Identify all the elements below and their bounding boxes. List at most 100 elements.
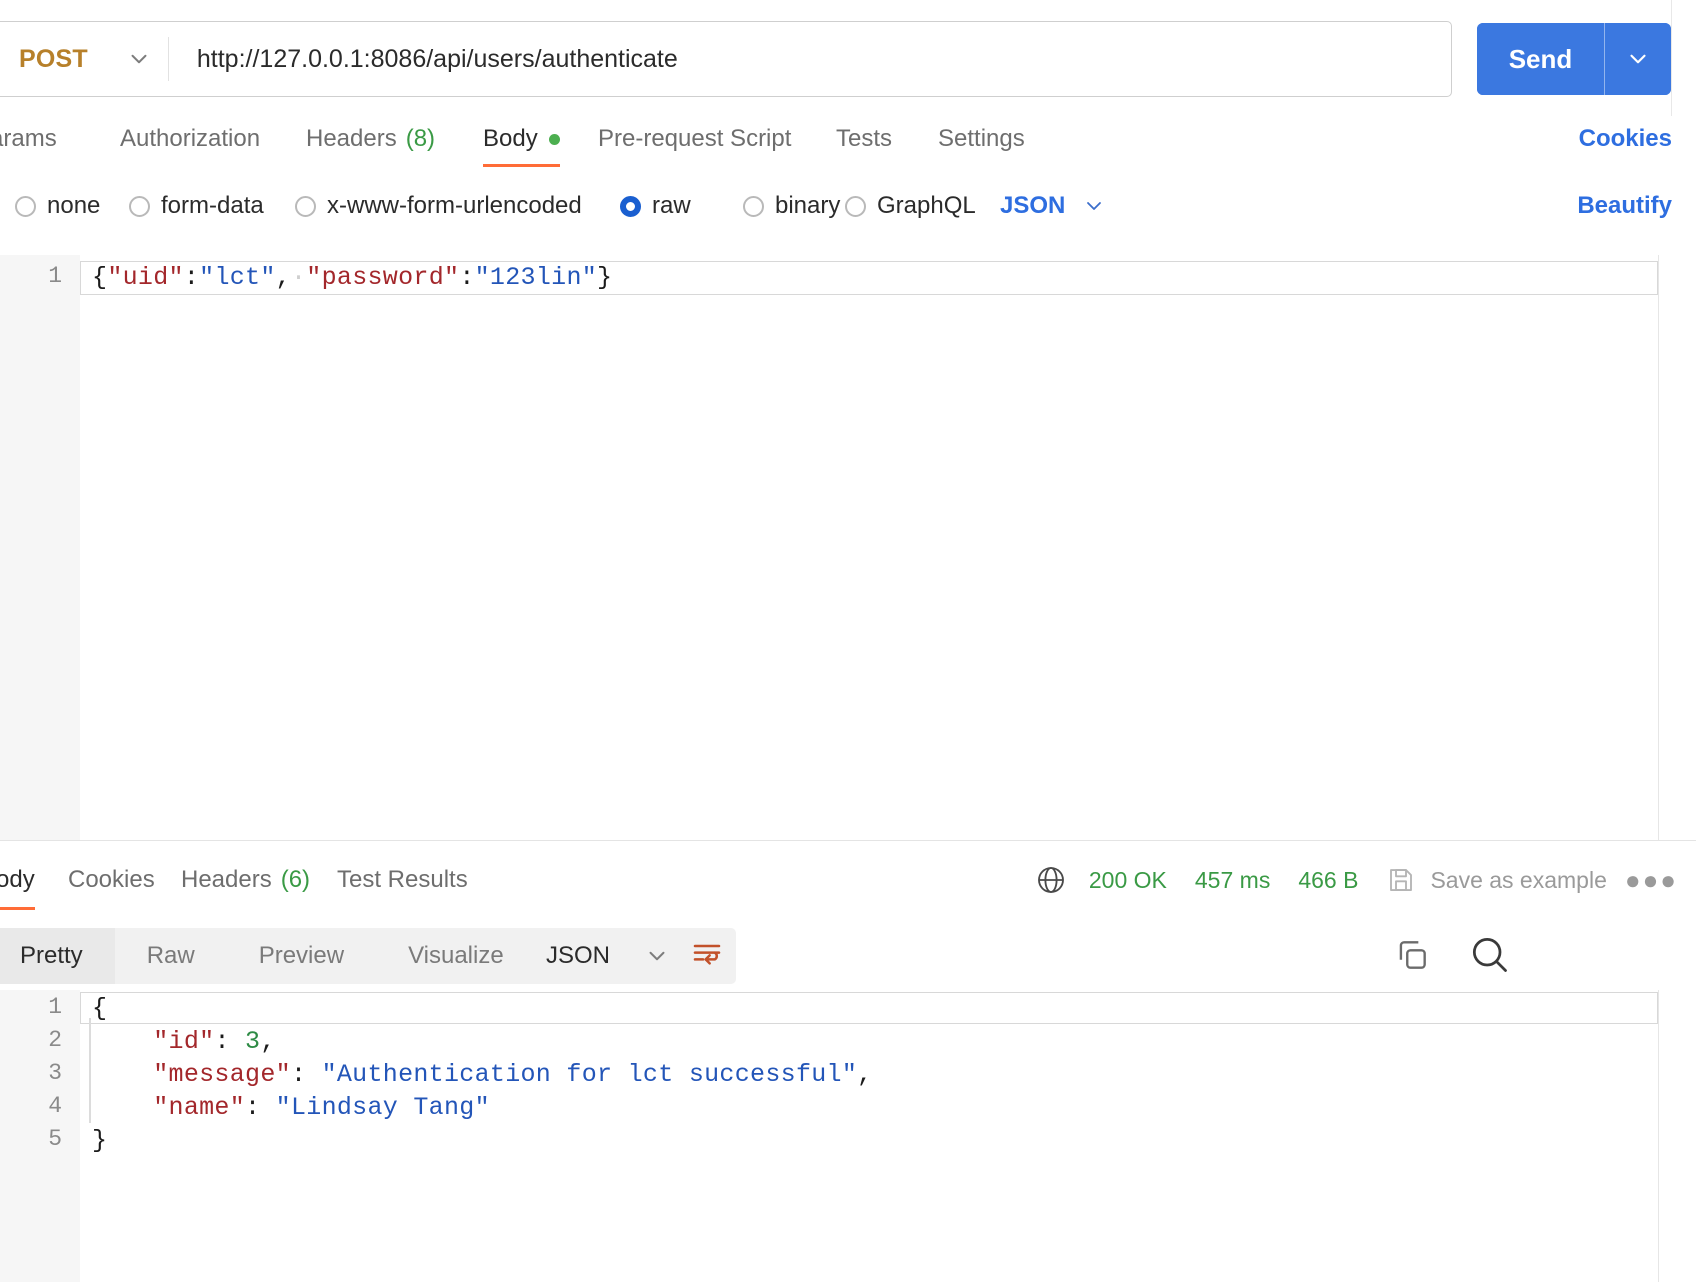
- editor-right-border: [1658, 255, 1659, 840]
- request-body-code[interactable]: {"uid":"lct",·"password":"123lin"}: [92, 263, 612, 292]
- code-token: "Lindsay Tang": [275, 1093, 490, 1122]
- body-type-row: none form-data x-www-form-urlencoded raw…: [0, 175, 1696, 237]
- code-token: :: [290, 1060, 322, 1089]
- line-number: 4: [48, 1093, 62, 1119]
- response-code-line: 4 "name": "Lindsay Tang": [0, 1093, 1696, 1126]
- view-mode-preview[interactable]: Preview: [227, 928, 376, 984]
- code-token: ,: [260, 1027, 276, 1056]
- response-code-line: 1{: [0, 994, 1696, 1027]
- code-token: "name": [153, 1093, 246, 1122]
- body-type-binary[interactable]: binary: [743, 192, 840, 220]
- search-response-button[interactable]: [1467, 932, 1511, 981]
- chevron-down-icon: [1082, 194, 1106, 218]
- code-content: "id": 3,: [92, 1027, 276, 1056]
- send-button-group: Send: [1477, 23, 1671, 95]
- tab-label: Body: [483, 125, 538, 152]
- view-mode-raw[interactable]: Raw: [115, 928, 227, 984]
- response-format-select[interactable]: JSON: [520, 928, 697, 984]
- code-content: "name": "Lindsay Tang": [92, 1093, 490, 1122]
- request-format-select[interactable]: JSON: [1000, 192, 1106, 220]
- tab-label: Headers: [306, 125, 397, 152]
- response-view-mode-group: Pretty Raw Preview Visualize: [0, 928, 536, 984]
- response-time: 457 ms: [1194, 866, 1271, 893]
- tab-authorization[interactable]: Authorization: [120, 108, 260, 170]
- code-content: }: [92, 1126, 107, 1155]
- send-options-chevron-down-icon[interactable]: [1605, 23, 1671, 95]
- radio-label: binary: [775, 192, 841, 219]
- tab-pre-request-script[interactable]: Pre-request Script: [598, 108, 791, 170]
- code-token: 3: [245, 1027, 261, 1056]
- tab-settings[interactable]: Settings: [938, 108, 1025, 170]
- tab-params[interactable]: Params: [0, 108, 57, 170]
- radio-icon: [743, 195, 764, 217]
- body-modified-dot-icon: [548, 133, 560, 145]
- active-tab-underline: [483, 164, 560, 167]
- code-token: "password": [306, 263, 460, 292]
- body-type-none[interactable]: none: [15, 192, 100, 220]
- tab-label: Cookies: [68, 866, 155, 893]
- request-response-divider: [0, 840, 1696, 841]
- method-label: POST: [19, 44, 88, 73]
- code-token: }: [597, 263, 613, 292]
- body-type-x-www-form-urlencoded[interactable]: x-www-form-urlencoded: [295, 192, 582, 220]
- radio-icon-selected: [620, 195, 641, 217]
- tab-count-badge: (8): [405, 125, 436, 152]
- copy-response-button[interactable]: [1393, 936, 1431, 979]
- response-tab-cookies[interactable]: Cookies: [68, 848, 155, 912]
- code-content: "message": "Authentication for lct succe…: [92, 1060, 872, 1089]
- tab-label: Tests: [836, 125, 893, 152]
- radio-label: GraphQL: [877, 192, 976, 219]
- body-type-form-data[interactable]: form-data: [129, 192, 264, 220]
- url-input[interactable]: [168, 43, 1451, 75]
- wrap-text-icon: [691, 938, 723, 975]
- response-code-line: 5}: [0, 1126, 1696, 1159]
- radio-label: raw: [652, 192, 691, 219]
- code-token: ,: [275, 263, 291, 292]
- radio-label: x-www-form-urlencoded: [327, 192, 582, 219]
- line-number: 5: [48, 1126, 62, 1152]
- radio-label: form-data: [161, 192, 264, 219]
- wrap-lines-button[interactable]: [678, 928, 736, 984]
- code-token: {: [92, 263, 108, 292]
- save-as-example-button[interactable]: Save as example: [1386, 865, 1607, 895]
- view-mode-visualize[interactable]: Visualize: [376, 928, 536, 984]
- response-body-viewer[interactable]: 1{2 "id": 3, 3 "message": "Authentication…: [0, 990, 1696, 1282]
- chevron-down-icon: [644, 943, 670, 969]
- body-type-raw[interactable]: raw: [620, 192, 691, 220]
- response-size: 466 B: [1298, 866, 1359, 893]
- editor-gutter: 1: [0, 255, 80, 840]
- panel-edge-divider: [1671, 0, 1672, 116]
- response-view-toolbar: Pretty Raw Preview Visualize JSON: [0, 918, 1696, 994]
- response-format-label: JSON: [546, 942, 611, 969]
- request-body-editor[interactable]: 1 {"uid":"lct",·"password":"123lin"}: [0, 255, 1696, 840]
- code-token: :: [183, 263, 200, 292]
- tab-tests[interactable]: Tests: [836, 108, 892, 170]
- request-url-box: POST: [0, 21, 1452, 97]
- radio-label: none: [47, 192, 101, 219]
- line-number: 2: [48, 1027, 62, 1053]
- tab-headers[interactable]: Headers (8): [306, 108, 435, 170]
- body-type-graphql[interactable]: GraphQL: [845, 192, 976, 220]
- code-token: "Authentication for lct successful": [321, 1060, 858, 1089]
- view-mode-pretty[interactable]: Pretty: [0, 928, 115, 984]
- cookies-link[interactable]: Cookies: [1579, 125, 1672, 153]
- method-selector[interactable]: POST: [0, 22, 168, 96]
- code-token: :: [245, 1093, 276, 1122]
- copy-icon: [1393, 936, 1431, 979]
- beautify-button[interactable]: Beautify: [1577, 192, 1672, 220]
- response-tab-body[interactable]: ody: [0, 848, 35, 912]
- tab-body[interactable]: Body: [483, 108, 560, 170]
- send-button[interactable]: Send: [1477, 23, 1604, 95]
- response-more-options-icon[interactable]: ●●●: [1625, 865, 1678, 896]
- code-token: "id": [153, 1027, 215, 1056]
- code-content: {: [92, 994, 107, 1023]
- tab-label: ody: [0, 866, 35, 893]
- response-tab-test-results[interactable]: Test Results: [337, 848, 468, 912]
- code-token: "123lin": [474, 263, 598, 292]
- tab-label: Pre-request Script: [598, 125, 792, 152]
- response-tab-headers[interactable]: Headers (6): [181, 848, 310, 912]
- save-as-example-label: Save as example: [1430, 866, 1607, 893]
- code-token: ,: [857, 1060, 873, 1089]
- tab-label: Params: [0, 125, 57, 152]
